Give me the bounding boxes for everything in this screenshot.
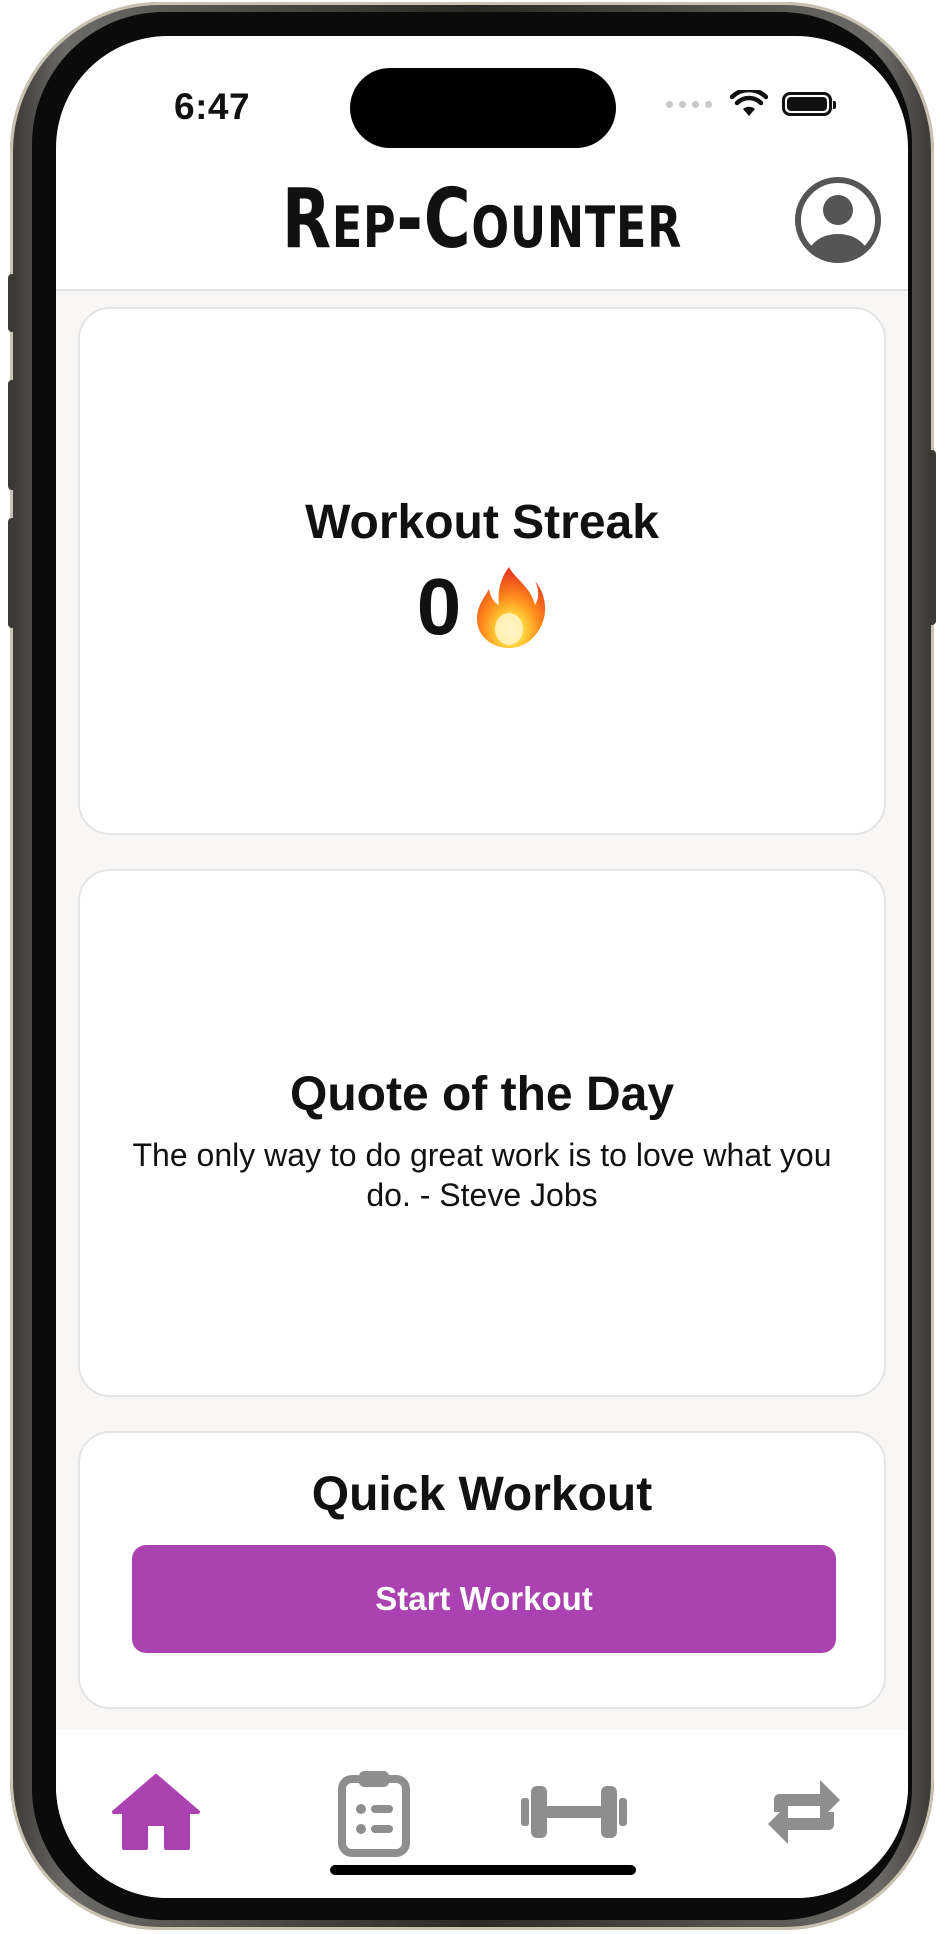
- tab-home[interactable]: [108, 1764, 204, 1860]
- start-workout-button[interactable]: Start Workout: [132, 1545, 836, 1653]
- quick-workout-card: Quick Workout Start Workout: [78, 1431, 886, 1709]
- home-indicator[interactable]: [330, 1865, 636, 1875]
- streak-count: 0: [416, 562, 462, 651]
- quote-text: The only way to do great work is to love…: [132, 1137, 832, 1213]
- battery-icon: [782, 92, 836, 116]
- person-circle-icon: [795, 177, 881, 263]
- phone-frame: 6:47 Rep-Counter Workout Streak 0 Quote …: [8, 2, 936, 1930]
- fire-icon: [477, 567, 546, 648]
- quote-card: Quote of the Day The only way to do grea…: [78, 869, 886, 1397]
- tab-workout-plans[interactable]: [326, 1764, 422, 1860]
- streak-row: 0: [80, 565, 884, 649]
- status-icons: [666, 90, 836, 118]
- repeat-icon: [768, 1780, 840, 1844]
- cellular-signal-icon: [666, 100, 712, 108]
- dynamic-island: [350, 68, 616, 148]
- dumbbell-icon: [521, 1786, 627, 1838]
- screen: 6:47 Rep-Counter Workout Streak 0 Quote …: [56, 36, 908, 1898]
- wifi-icon: [730, 90, 768, 116]
- volume-up-button: [8, 380, 16, 490]
- mute-switch: [8, 274, 16, 332]
- tab-history[interactable]: [756, 1764, 852, 1860]
- main-content: Workout Streak 0 Quote of the Day The on…: [56, 291, 908, 1760]
- clipboard-list-icon: [338, 1771, 410, 1857]
- streak-title: Workout Streak: [305, 496, 659, 549]
- app-title: Rep-Counter: [281, 172, 683, 267]
- home-icon: [112, 1774, 200, 1850]
- quick-workout-title: Quick Workout: [311, 1468, 653, 1521]
- volume-down-button: [8, 518, 16, 628]
- tab-exercises[interactable]: [514, 1764, 634, 1860]
- tab-bar: [56, 1730, 908, 1898]
- quote-title: Quote of the Day: [289, 1068, 675, 1121]
- profile-button[interactable]: [792, 174, 884, 266]
- workout-streak-card: Workout Streak 0: [78, 307, 886, 835]
- status-time: 6:47: [174, 86, 251, 127]
- power-button: [928, 450, 936, 625]
